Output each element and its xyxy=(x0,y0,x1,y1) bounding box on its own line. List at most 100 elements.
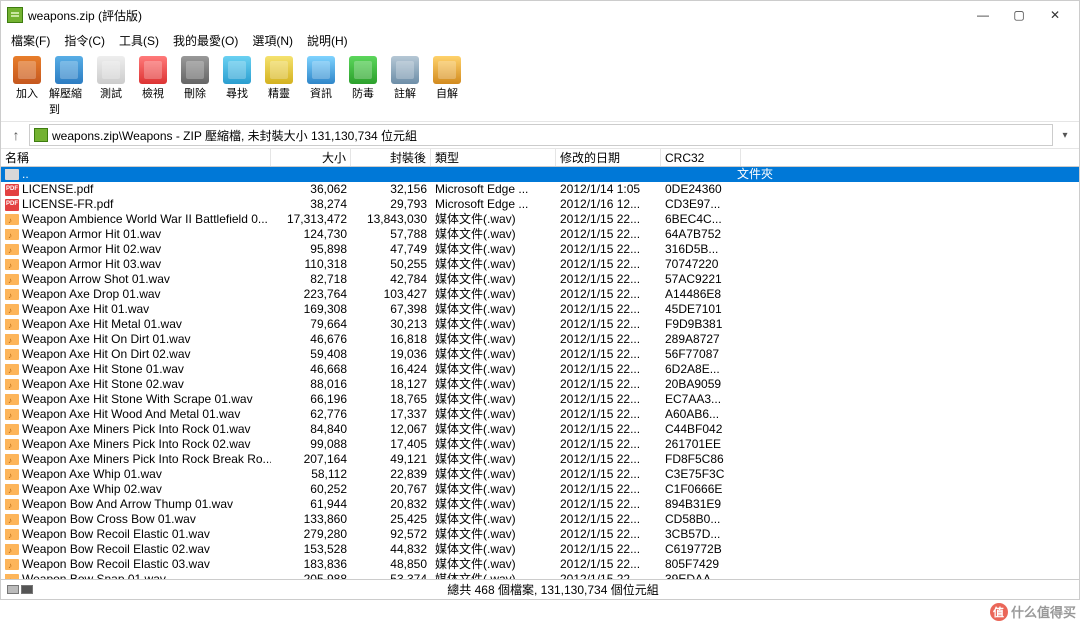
audio-icon xyxy=(5,529,19,540)
status-icon xyxy=(7,585,19,594)
toolbar-防毒[interactable]: 防毒 xyxy=(343,56,383,117)
table-row[interactable]: Weapon Axe Hit Wood And Metal 01.wav62,7… xyxy=(1,407,1079,422)
file-type: 媒体文件(.wav) xyxy=(431,302,556,317)
toolbar-尋找[interactable]: 尋找 xyxy=(217,56,257,117)
table-row[interactable]: Weapon Bow Recoil Elastic 02.wav153,5284… xyxy=(1,542,1079,557)
audio-icon xyxy=(5,259,19,270)
file-size: 61,944 xyxy=(271,497,351,512)
file-crc: 6D2A8E... xyxy=(661,362,741,377)
file-packed: 22,839 xyxy=(351,467,431,482)
up-button[interactable]: ↑ xyxy=(7,126,25,144)
table-row[interactable]: Weapon Bow Cross Bow 01.wav133,86025,425… xyxy=(1,512,1079,527)
maximize-button[interactable]: ▢ xyxy=(1001,3,1037,27)
table-row[interactable]: Weapon Axe Hit Stone 02.wav88,01618,127媒… xyxy=(1,377,1079,392)
menu-item[interactable]: 檔案(F) xyxy=(5,30,56,51)
file-type: 媒体文件(.wav) xyxy=(431,572,556,579)
table-row[interactable]: Weapon Axe Whip 02.wav60,25220,767媒体文件(.… xyxy=(1,482,1079,497)
col-date[interactable]: 修改的日期 xyxy=(556,149,661,166)
status-text: 總共 468 個檔案, 131,130,734 個位元組 xyxy=(33,581,1073,598)
file-crc: 64A7B752 xyxy=(661,227,741,242)
table-row[interactable]: PDFLICENSE-FR.pdf38,27429,793Microsoft E… xyxy=(1,197,1079,212)
col-crc[interactable]: CRC32 xyxy=(661,149,741,166)
table-row[interactable]: Weapon Axe Hit Stone 01.wav46,66816,424媒… xyxy=(1,362,1079,377)
file-size: 60,252 xyxy=(271,482,351,497)
toolbar-精靈[interactable]: 精靈 xyxy=(259,56,299,117)
table-row[interactable]: Weapon Axe Miners Pick Into Rock 01.wav8… xyxy=(1,422,1079,437)
file-date: 2012/1/15 22... xyxy=(556,497,661,512)
col-size[interactable]: 大小 xyxy=(271,149,351,166)
audio-icon xyxy=(5,439,19,450)
file-size: 79,664 xyxy=(271,317,351,332)
table-row[interactable]: Weapon Bow And Arrow Thump 01.wav61,9442… xyxy=(1,497,1079,512)
close-button[interactable]: ✕ xyxy=(1037,3,1073,27)
toolbar: 加入解壓縮到測試檢視刪除尋找精靈資訊防毒註解自解 xyxy=(1,52,1079,122)
table-row[interactable]: Weapon Ambience World War II Battlefield… xyxy=(1,212,1079,227)
toolbar-刪除[interactable]: 刪除 xyxy=(175,56,215,117)
table-row[interactable]: Weapon Axe Hit Metal 01.wav79,66430,213媒… xyxy=(1,317,1079,332)
toolbar-自解[interactable]: 自解 xyxy=(427,56,467,117)
col-name[interactable]: 名稱 xyxy=(1,149,271,166)
file-date: 2012/1/15 22... xyxy=(556,362,661,377)
col-type[interactable]: 類型 xyxy=(431,149,556,166)
status-icon xyxy=(21,585,33,594)
file-type: 媒体文件(.wav) xyxy=(431,527,556,542)
menu-item[interactable]: 說明(H) xyxy=(301,30,354,51)
file-date: 2012/1/15 22... xyxy=(556,452,661,467)
audio-icon xyxy=(5,244,19,255)
toolbar-註解[interactable]: 註解 xyxy=(385,56,425,117)
toolbar-label: 尋找 xyxy=(226,85,248,101)
toolbar-加入[interactable]: 加入 xyxy=(7,56,47,117)
table-row[interactable]: ..文件夾 xyxy=(1,167,1079,182)
path-input[interactable]: weapons.zip\Weapons - ZIP 壓縮檔, 未封裝大小 131… xyxy=(29,124,1053,146)
table-row[interactable]: Weapon Axe Hit Stone With Scrape 01.wav6… xyxy=(1,392,1079,407)
file-type: 媒体文件(.wav) xyxy=(431,362,556,377)
file-size: 66,196 xyxy=(271,392,351,407)
audio-icon xyxy=(5,499,19,510)
file-date: 2012/1/15 22... xyxy=(556,542,661,557)
toolbar-解壓縮到[interactable]: 解壓縮到 xyxy=(49,56,89,117)
file-name: Weapon Axe Whip 01.wav xyxy=(22,467,162,482)
file-size xyxy=(271,167,351,182)
file-list[interactable]: ..文件夾PDFLICENSE.pdf36,06232,156Microsoft… xyxy=(1,167,1079,579)
file-crc: CD3E97... xyxy=(661,197,741,212)
table-row[interactable]: Weapon Bow Snap 01.wav205,98853,374媒体文件(… xyxy=(1,572,1079,579)
path-dropdown-button[interactable]: ▾ xyxy=(1057,130,1073,141)
file-type: 媒体文件(.wav) xyxy=(431,257,556,272)
file-date: 2012/1/15 22... xyxy=(556,332,661,347)
table-row[interactable]: Weapon Axe Hit On Dirt 01.wav46,67616,81… xyxy=(1,332,1079,347)
file-crc: A60AB6... xyxy=(661,407,741,422)
table-row[interactable]: Weapon Axe Drop 01.wav223,764103,427媒体文件… xyxy=(1,287,1079,302)
path-label: weapons.zip\Weapons - ZIP 壓縮檔, 未封裝大小 131… xyxy=(52,127,417,144)
table-row[interactable]: Weapon Axe Hit 01.wav169,30867,398媒体文件(.… xyxy=(1,302,1079,317)
menu-item[interactable]: 工具(S) xyxy=(113,30,165,51)
table-row[interactable]: Weapon Bow Recoil Elastic 01.wav279,2809… xyxy=(1,527,1079,542)
table-row[interactable]: PDFLICENSE.pdf36,06232,156Microsoft Edge… xyxy=(1,182,1079,197)
toolbar-檢視[interactable]: 檢視 xyxy=(133,56,173,117)
file-packed: 18,127 xyxy=(351,377,431,392)
file-name: Weapon Bow Recoil Elastic 02.wav xyxy=(22,542,210,557)
table-row[interactable]: Weapon Armor Hit 01.wav124,73057,788媒体文件… xyxy=(1,227,1079,242)
toolbar-資訊[interactable]: 資訊 xyxy=(301,56,341,117)
file-size: 207,164 xyxy=(271,452,351,467)
file-packed: 50,255 xyxy=(351,257,431,272)
menu-item[interactable]: 選項(N) xyxy=(246,30,299,51)
file-date: 2012/1/15 22... xyxy=(556,272,661,287)
minimize-button[interactable]: — xyxy=(965,3,1001,27)
file-type: 媒体文件(.wav) xyxy=(431,497,556,512)
file-packed: 53,374 xyxy=(351,572,431,579)
table-row[interactable]: Weapon Armor Hit 03.wav110,31850,255媒体文件… xyxy=(1,257,1079,272)
menu-item[interactable]: 指令(C) xyxy=(58,30,111,51)
table-row[interactable]: Weapon Arrow Shot 01.wav82,71842,784媒体文件… xyxy=(1,272,1079,287)
file-date: 2012/1/15 22... xyxy=(556,287,661,302)
table-row[interactable]: Weapon Axe Whip 01.wav58,11222,839媒体文件(.… xyxy=(1,467,1079,482)
col-packed[interactable]: 封裝後 xyxy=(351,149,431,166)
menu-item[interactable]: 我的最愛(O) xyxy=(167,30,244,51)
table-row[interactable]: Weapon Axe Miners Pick Into Rock Break R… xyxy=(1,452,1079,467)
toolbar-測試[interactable]: 測試 xyxy=(91,56,131,117)
table-row[interactable]: Weapon Armor Hit 02.wav95,89847,749媒体文件(… xyxy=(1,242,1079,257)
table-row[interactable]: Weapon Axe Hit On Dirt 02.wav59,40819,03… xyxy=(1,347,1079,362)
file-name: .. xyxy=(22,167,29,182)
table-row[interactable]: Weapon Bow Recoil Elastic 03.wav183,8364… xyxy=(1,557,1079,572)
table-row[interactable]: Weapon Axe Miners Pick Into Rock 02.wav9… xyxy=(1,437,1079,452)
file-packed: 20,767 xyxy=(351,482,431,497)
